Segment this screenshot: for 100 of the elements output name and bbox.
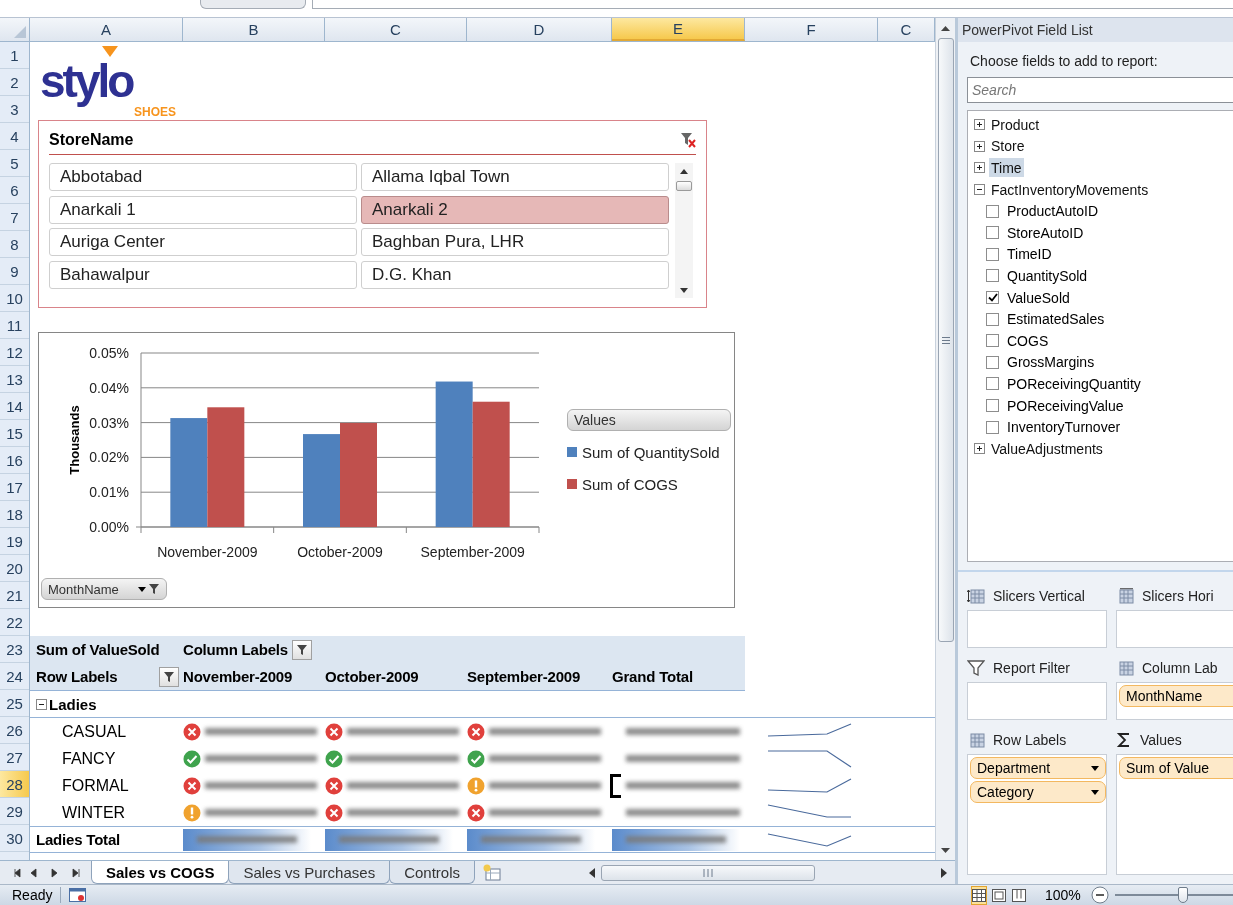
row-header[interactable]: 6 (0, 177, 29, 204)
sheet-tab[interactable]: Sales vs COGS (91, 861, 230, 884)
row-header[interactable]: 26 (0, 717, 29, 744)
field-checkbox[interactable]: TimeID (974, 243, 1233, 266)
row-header[interactable]: 4 (0, 123, 29, 150)
row-header[interactable]: 7 (0, 204, 29, 231)
expand-icon[interactable] (974, 140, 985, 152)
field-button[interactable]: Values (567, 409, 731, 431)
column-header[interactable]: F (745, 18, 878, 41)
row-header[interactable]: 29 (0, 798, 29, 825)
scroll-up-icon[interactable] (941, 25, 950, 31)
macro-record-icon[interactable] (69, 887, 88, 903)
error-icon (183, 776, 201, 795)
slicer-grid-icon (1116, 588, 1134, 604)
scroll-up-icon[interactable] (680, 168, 688, 174)
view-button[interactable] (971, 885, 987, 905)
row-header[interactable]: 8 (0, 231, 29, 258)
expand-icon[interactable] (974, 162, 985, 174)
field-checkbox[interactable]: GrossMargins (974, 351, 1233, 374)
collapse-icon[interactable] (974, 184, 985, 196)
column-header[interactable]: E (612, 18, 745, 41)
slicer-item[interactable]: Anarkali 2 (361, 195, 669, 224)
row-header[interactable]: 24 (0, 663, 29, 690)
axis-title: Thousands (67, 405, 82, 475)
logo-wordmark: stylo (40, 57, 133, 105)
slider-thumb[interactable] (1178, 886, 1189, 903)
row-header[interactable]: 12 (0, 339, 29, 366)
page-break-view-icon (1012, 888, 1026, 902)
row-header[interactable]: 23 (0, 636, 29, 663)
sheet-tab[interactable]: Sales vs Purchases (228, 861, 391, 884)
row-header[interactable]: 22 (0, 609, 29, 636)
scroll-down-icon[interactable] (941, 847, 950, 853)
tree-item[interactable]: ValueAdjustments (989, 439, 1105, 459)
legend-label: Sum of QuantitySold (582, 443, 720, 461)
field-checkbox[interactable]: InventoryTurnover (974, 416, 1233, 438)
field-checkbox[interactable]: StoreAutoID (974, 221, 1233, 244)
zoom-slider[interactable] (1114, 886, 1233, 904)
row-header[interactable]: 3 (0, 96, 29, 123)
tree-item[interactable]: Store (989, 136, 1027, 156)
slicer-item[interactable]: Allama Iqbal Town (361, 163, 669, 191)
row-header[interactable]: 13 (0, 366, 29, 393)
grid-view-icon (972, 888, 986, 902)
row-header[interactable]: 15 (0, 420, 29, 447)
field-checkbox[interactable]: ProductAutoID (974, 200, 1233, 222)
column-header[interactable]: B (183, 18, 325, 41)
field-checkbox[interactable]: QuantitySold (974, 265, 1233, 287)
row-header[interactable]: 14 (0, 393, 29, 420)
row-header[interactable]: 28 (0, 771, 29, 798)
checkmark-icon (987, 293, 998, 303)
row-header[interactable]: 1 (0, 42, 29, 69)
column-header[interactable]: A (30, 18, 183, 41)
search-field[interactable]: Search (967, 77, 1233, 103)
field-checkbox[interactable]: ValueSold (974, 286, 1233, 309)
row-header[interactable]: 9 (0, 258, 29, 285)
field-pill[interactable]: Category (970, 781, 1106, 803)
tree-item[interactable]: Time (989, 158, 1024, 178)
collapse-icon[interactable] (36, 698, 47, 710)
column-heading: September-2009 (467, 668, 582, 685)
status-text: Ready (0, 887, 62, 903)
filter-icon (967, 660, 985, 676)
field-button[interactable]: MonthName (41, 578, 167, 600)
tree-item[interactable]: Product (989, 115, 1042, 135)
field-checkbox[interactable]: EstimatedSales (974, 308, 1233, 330)
scroll-down-icon[interactable] (680, 287, 688, 293)
row-header[interactable]: 16 (0, 447, 29, 474)
row-header[interactable]: 2 (0, 69, 29, 96)
column-header[interactable]: C (325, 18, 467, 41)
row-header[interactable]: 21 (0, 582, 29, 609)
slicer-item[interactable]: Anarkali 1 (49, 195, 357, 224)
row-header[interactable]: 11 (0, 312, 29, 339)
row-header[interactable]: 5 (0, 150, 29, 177)
slicer-item[interactable]: Bahawalpur (49, 260, 357, 289)
slicer-item[interactable]: Auriga Center (49, 228, 357, 256)
row-header[interactable]: 19 (0, 528, 29, 555)
row-header[interactable]: 25 (0, 690, 29, 717)
field-pill[interactable]: Department (970, 757, 1106, 779)
expand-icon[interactable] (974, 119, 985, 131)
row-header[interactable]: 20 (0, 555, 29, 582)
field-checkbox[interactable]: POReceivingValue (974, 394, 1233, 417)
field-checkbox[interactable]: COGS (974, 329, 1233, 352)
row-header[interactable]: 30 (0, 825, 29, 852)
filter-button[interactable] (159, 666, 179, 687)
table-grid-icon (1116, 660, 1134, 676)
filter-button[interactable] (291, 639, 312, 660)
slicer-item[interactable]: D.G. Khan (361, 260, 669, 289)
sheet-tab[interactable]: Controls (389, 861, 475, 884)
slicer-item[interactable]: Abbotabad (49, 163, 357, 191)
field-checkbox[interactable]: POReceivingQuantity (974, 373, 1233, 395)
expand-icon[interactable] (974, 443, 985, 455)
area-heading: Slicers Vertical (993, 588, 1085, 604)
tree-item[interactable]: FactInventoryMovements (989, 180, 1151, 200)
slicer-item[interactable]: Baghban Pura, LHR (361, 228, 669, 256)
row-header[interactable]: 17 (0, 474, 29, 501)
field-pill[interactable]: MonthName (1119, 685, 1233, 707)
field-pill[interactable]: Sum of Value (1119, 757, 1233, 779)
zoom-out-icon[interactable] (1090, 886, 1109, 904)
sigma-icon (1116, 732, 1132, 748)
row-header[interactable]: 18 (0, 501, 29, 528)
row-header[interactable]: 10 (0, 285, 29, 312)
clear-filter-icon[interactable] (680, 131, 696, 148)
